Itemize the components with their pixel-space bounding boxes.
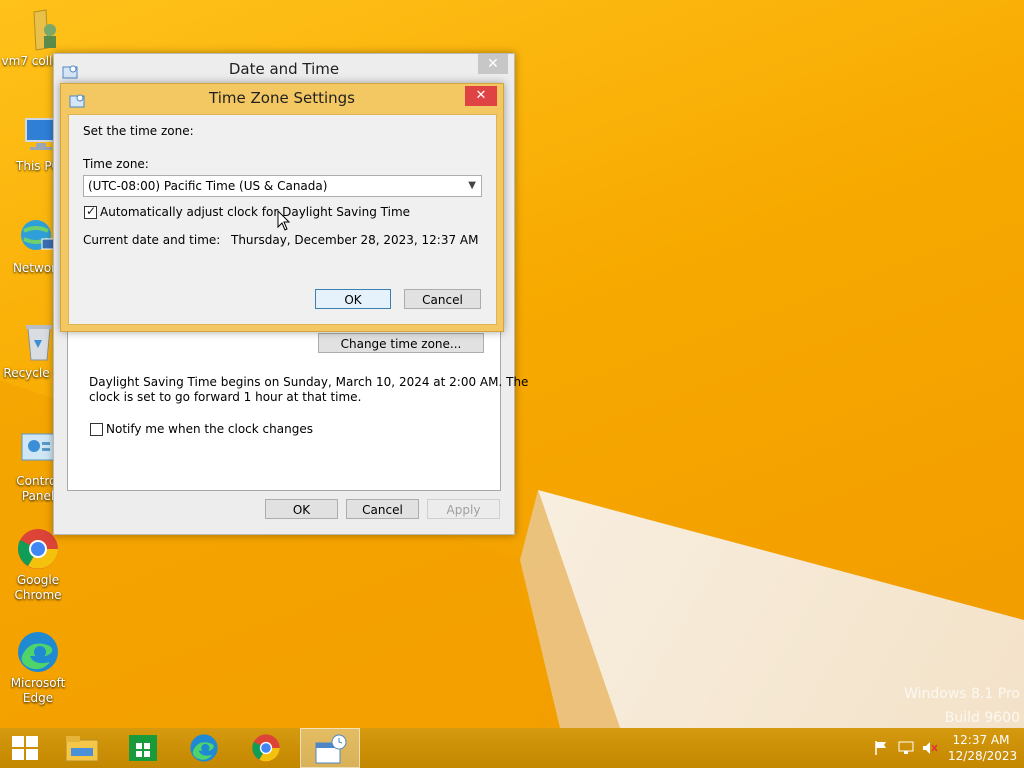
- taskbar-file-explorer[interactable]: [52, 728, 112, 768]
- tray-date[interactable]: 12/28/2023: [948, 749, 1017, 763]
- start-button[interactable]: [0, 728, 50, 768]
- mouse-cursor-icon: [277, 209, 291, 235]
- change-time-zone-button[interactable]: Change time zone...: [318, 333, 484, 353]
- taskbar: 12:37 AM 12/28/2023: [0, 728, 1024, 768]
- windows-version-watermark: Windows 8.1 Pro: [904, 686, 1020, 702]
- tz-ok-button[interactable]: OK: [315, 289, 391, 309]
- notify-clock-change-checkbox[interactable]: [90, 423, 103, 436]
- time-zone-label: Time zone:: [83, 157, 149, 171]
- desktop-icon-label: Microsoft Edge: [10, 676, 66, 705]
- edge-icon: [190, 734, 218, 762]
- network-tray-icon[interactable]: [898, 740, 914, 759]
- desktop-icon-microsoft-edge[interactable]: Microsoft Edge: [0, 630, 76, 706]
- edge-icon: [16, 630, 60, 674]
- taskbar-store[interactable]: [113, 728, 173, 768]
- tray-time[interactable]: 12:37 AM: [948, 733, 1014, 747]
- time-zone-select[interactable]: (UTC-08:00) Pacific Time (US & Canada) ▼: [83, 175, 482, 197]
- taskbar-chrome[interactable]: [236, 728, 296, 768]
- tz-cancel-button[interactable]: Cancel: [404, 289, 481, 309]
- current-date-time-label: Current date and time:: [83, 233, 221, 247]
- date-time-ok-button[interactable]: OK: [265, 499, 338, 519]
- chrome-icon: [252, 734, 280, 762]
- windows-logo-icon: [12, 736, 38, 760]
- auto-dst-label: Automatically adjust clock for Daylight …: [100, 205, 411, 219]
- store-icon: [129, 735, 157, 761]
- desktop-icon-label: Google Chrome: [14, 573, 62, 602]
- time-zone-settings-dialog: Time Zone Settings ✕ Set the time zone: …: [60, 83, 504, 332]
- windows-build-watermark: Build 9600: [944, 710, 1020, 726]
- tz-close-button[interactable]: ✕: [465, 86, 497, 106]
- desktop-icon-google-chrome[interactable]: Google Chrome: [0, 527, 76, 603]
- file-explorer-icon: [65, 736, 99, 762]
- user-folder-icon: [16, 8, 60, 52]
- taskbar-edge[interactable]: [174, 728, 234, 768]
- taskbar-date-time-control[interactable]: [300, 728, 360, 768]
- date-time-titlebar[interactable]: Date and Time ✕: [54, 54, 514, 84]
- dst-info-line2: clock is set to go forward 1 hour at tha…: [89, 390, 362, 404]
- chevron-down-icon: ▼: [468, 180, 476, 191]
- date-time-close-button[interactable]: ✕: [478, 54, 508, 74]
- set-time-zone-label: Set the time zone:: [83, 124, 194, 138]
- time-zone-value: (UTC-08:00) Pacific Time (US & Canada): [88, 179, 328, 193]
- calendar-clock-icon: [315, 734, 347, 764]
- tz-title: Time Zone Settings: [209, 89, 355, 107]
- date-time-title: Date and Time: [228, 60, 340, 78]
- date-time-apply-button[interactable]: Apply: [427, 499, 500, 519]
- date-time-cancel-button[interactable]: Cancel: [346, 499, 419, 519]
- auto-dst-checkbox[interactable]: [84, 204, 97, 219]
- tz-titlebar[interactable]: Time Zone Settings ✕: [61, 84, 503, 112]
- notify-clock-change-label: Notify me when the clock changes: [106, 422, 313, 436]
- volume-muted-icon[interactable]: [922, 740, 938, 759]
- current-date-time-value: Thursday, December 28, 2023, 12:37 AM: [231, 233, 479, 247]
- action-center-flag-icon[interactable]: [873, 740, 889, 759]
- dst-info-line1: Daylight Saving Time begins on Sunday, M…: [89, 375, 529, 389]
